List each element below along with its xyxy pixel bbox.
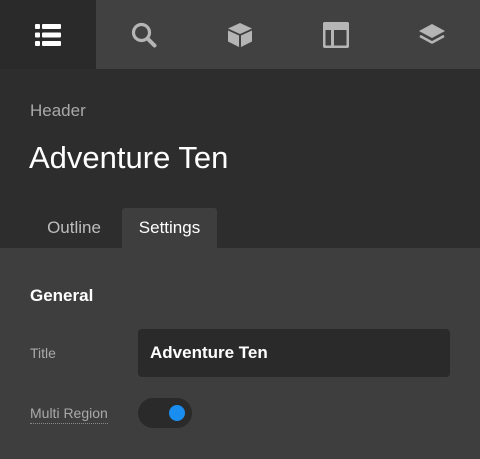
search-icon: [131, 22, 157, 48]
tab-settings[interactable]: Settings: [122, 208, 217, 248]
top-toolbar: [0, 0, 480, 69]
header-label: Header: [30, 101, 86, 120]
tab-search[interactable]: [96, 0, 192, 69]
title-input[interactable]: [138, 329, 450, 377]
layers-icon: [418, 22, 446, 48]
layout-icon: [323, 21, 349, 48]
toggle-knob: [169, 405, 185, 421]
tab-outline[interactable]: Outline: [26, 208, 122, 248]
tab-components[interactable]: [192, 0, 288, 69]
title-field-label: Title: [30, 345, 56, 361]
multi-region-toggle[interactable]: [138, 398, 192, 428]
tab-layers[interactable]: [384, 0, 480, 69]
box-icon: [227, 22, 253, 48]
tab-outline-list[interactable]: [0, 0, 96, 69]
header-panel: Header Adventure Ten Outline Settings: [0, 69, 480, 248]
page-title: Adventure Ten: [29, 140, 229, 175]
settings-panel: General Title Multi Region: [0, 248, 480, 459]
tab-layout[interactable]: [288, 0, 384, 69]
multi-region-label: Multi Region: [30, 405, 108, 424]
section-title-general: General: [30, 286, 94, 305]
list-icon: [35, 23, 61, 46]
